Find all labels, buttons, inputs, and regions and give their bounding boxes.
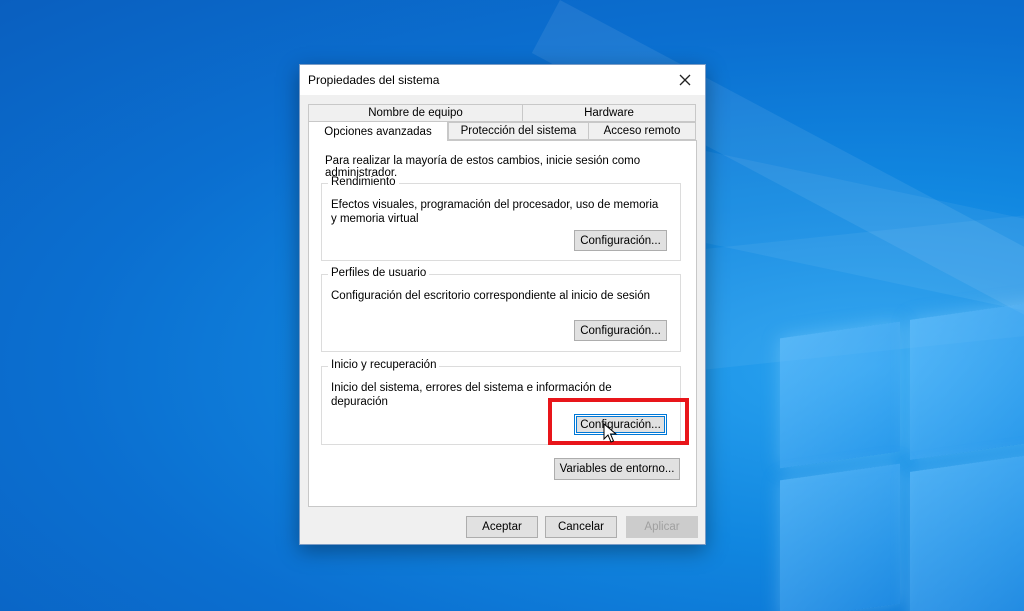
performance-settings-button[interactable]: Configuración... <box>574 230 667 251</box>
cancel-button[interactable]: Cancelar <box>545 516 617 538</box>
startup-recovery-description: Inicio del sistema, errores del sistema … <box>331 382 612 408</box>
apply-button[interactable]: Aplicar <box>626 516 698 538</box>
ok-button[interactable]: Aceptar <box>466 516 538 538</box>
user-profiles-group: Perfiles de usuario Configuración del es… <box>321 267 681 352</box>
close-icon <box>679 74 691 86</box>
tab-advanced-options[interactable]: Opciones avanzadas <box>308 121 448 141</box>
user-profiles-settings-button[interactable]: Configuración... <box>574 320 667 341</box>
tab-system-protection[interactable]: Protección del sistema <box>448 122 589 140</box>
performance-title: Rendimiento <box>328 176 399 188</box>
desktop-background: Propiedades del sistema Nombre de equipo… <box>0 0 1024 611</box>
dialog-title: Propiedades del sistema <box>308 73 440 87</box>
startup-recovery-title: Inicio y recuperación <box>328 359 440 371</box>
environment-variables-button[interactable]: Variables de entorno... <box>554 458 680 480</box>
system-properties-dialog: Propiedades del sistema Nombre de equipo… <box>299 64 706 545</box>
tab-hardware[interactable]: Hardware <box>522 104 696 122</box>
startup-recovery-group: Inicio y recuperación Inicio del sistema… <box>321 359 681 445</box>
user-profiles-description: Configuración del escritorio correspondi… <box>331 290 650 302</box>
startup-recovery-settings-button[interactable]: Configuración... <box>574 414 667 435</box>
performance-description: Efectos visuales, programación del proce… <box>331 199 659 225</box>
advanced-options-panel: Para realizar la mayoría de estos cambio… <box>308 140 697 507</box>
user-profiles-title: Perfiles de usuario <box>328 267 430 279</box>
tab-remote-access[interactable]: Acceso remoto <box>588 122 696 140</box>
close-button[interactable] <box>665 65 705 95</box>
performance-group: Rendimiento Efectos visuales, programaci… <box>321 176 681 261</box>
title-bar[interactable]: Propiedades del sistema <box>300 65 705 95</box>
tab-computer-name[interactable]: Nombre de equipo <box>308 104 523 122</box>
windows-logo-icon <box>780 300 1024 611</box>
mouse-cursor-icon <box>603 423 618 443</box>
